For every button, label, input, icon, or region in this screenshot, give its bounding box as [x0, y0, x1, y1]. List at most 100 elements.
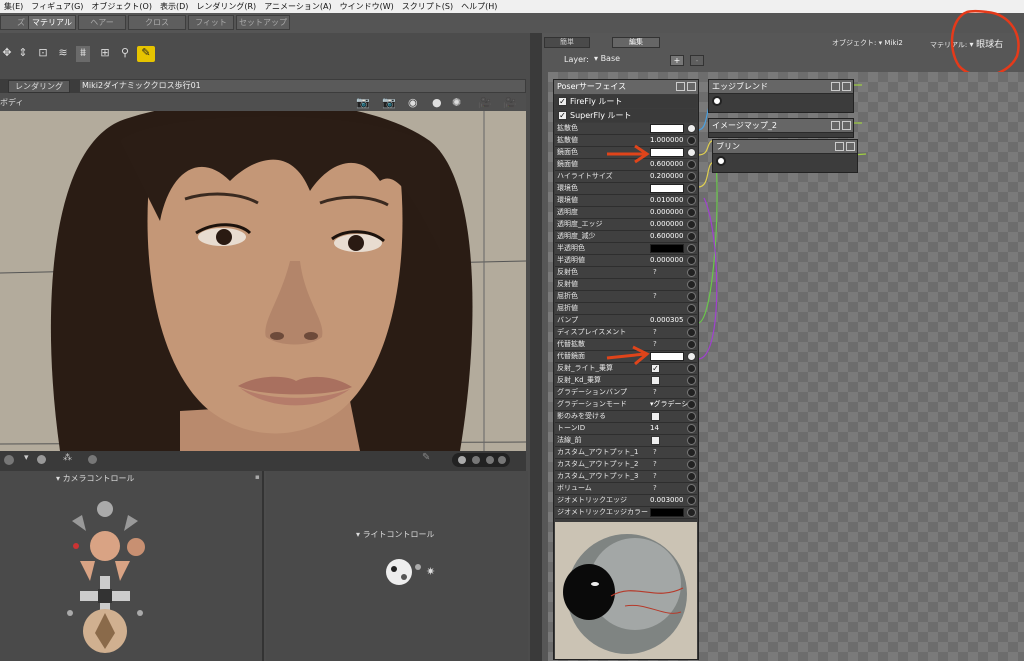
node-collapse-icon[interactable]	[831, 82, 840, 91]
param-checkbox[interactable]	[651, 376, 660, 385]
param-checkbox[interactable]	[651, 436, 660, 445]
node-collapse-icon[interactable]	[676, 82, 685, 91]
param-value[interactable]: 0.000000	[650, 207, 683, 218]
node-preview-icon[interactable]	[842, 82, 851, 91]
tab-hair[interactable]: ヘアー	[78, 15, 126, 30]
add-layer-button[interactable]: +	[670, 55, 684, 66]
dropdown-arrow-icon[interactable]: ▾	[24, 453, 29, 463]
sphere-icon[interactable]: ●	[432, 96, 442, 109]
param-value[interactable]: 0.200000	[650, 171, 683, 182]
camera-icon-3[interactable]: ◉	[408, 96, 418, 109]
param-value[interactable]: 0.600000	[650, 231, 683, 242]
color-swatch[interactable]	[650, 352, 684, 361]
input-socket-icon[interactable]	[687, 316, 696, 325]
menu-figure[interactable]: フィギュア(G)	[27, 1, 87, 12]
camera-icon[interactable]: 📷	[356, 96, 370, 109]
output-socket-icon[interactable]	[716, 156, 726, 166]
node-collapse-icon[interactable]	[831, 121, 840, 130]
firefly-root-checkbox[interactable]: ✓	[558, 97, 567, 106]
node-edge-blend[interactable]: エッジブレンド	[708, 79, 854, 113]
scale-icon[interactable]: ⊡	[36, 46, 50, 62]
node-preview-icon[interactable]	[687, 82, 696, 91]
firefly-root-row[interactable]: ✓ FireFly ルート	[555, 95, 697, 108]
input-socket-icon[interactable]	[687, 424, 696, 433]
input-socket-icon[interactable]	[687, 364, 696, 373]
input-socket-icon[interactable]	[687, 352, 696, 361]
input-socket-icon[interactable]	[687, 460, 696, 469]
input-socket-icon[interactable]	[687, 436, 696, 445]
param-row[interactable]: 影のみを受ける	[555, 411, 697, 423]
direct-manipulation-icon[interactable]: ⊞	[98, 46, 112, 62]
param-row[interactable]: カスタム_アウトプット_3?	[555, 471, 697, 483]
param-unset-value[interactable]: ?	[653, 483, 657, 494]
layers-icon[interactable]: ≋	[56, 46, 70, 62]
translate-icon[interactable]: ⇕	[16, 46, 30, 62]
input-socket-icon[interactable]	[687, 220, 696, 229]
spheres-icon[interactable]: ⁂	[63, 453, 72, 463]
param-value[interactable]: 0.010000	[650, 195, 683, 206]
tab-cloth[interactable]: クロス	[128, 15, 186, 30]
param-value[interactable]: 14	[650, 423, 659, 434]
input-socket-icon[interactable]	[687, 400, 696, 409]
node-collapse-icon[interactable]	[835, 142, 844, 151]
param-unset-value[interactable]: ?	[653, 447, 657, 458]
3d-viewport[interactable]	[0, 111, 526, 451]
menu-scripts[interactable]: スクリプト(S)	[398, 1, 457, 12]
input-socket-icon[interactable]	[687, 256, 696, 265]
pencil-icon[interactable]: ✎	[422, 452, 430, 463]
input-socket-icon[interactable]	[687, 160, 696, 169]
input-socket-icon[interactable]	[687, 388, 696, 397]
object-selector[interactable]: オブジェクト: ▾ Miki2	[832, 38, 903, 48]
input-socket-icon[interactable]	[687, 328, 696, 337]
zoom-icon[interactable]: ⚲	[118, 46, 132, 62]
param-value[interactable]: 0.000000	[650, 255, 683, 266]
panel-menu-icon[interactable]: ▪	[255, 473, 260, 481]
color-swatch[interactable]	[650, 244, 684, 253]
node-preview-icon[interactable]	[846, 142, 855, 151]
camera-label[interactable]: ボディ	[0, 97, 23, 108]
color-swatch[interactable]	[650, 148, 684, 157]
superfly-root-checkbox[interactable]: ✓	[558, 111, 567, 120]
param-row[interactable]: グラデーションバンプ?	[555, 387, 697, 399]
param-row[interactable]: ジオメトリックエッジ 0.003000	[555, 495, 697, 507]
param-unset-value[interactable]: ?	[653, 387, 657, 398]
param-row[interactable]: カスタム_アウトプット_1?	[555, 447, 697, 459]
input-socket-icon[interactable]	[687, 268, 696, 277]
display-mode-switch[interactable]	[452, 453, 510, 467]
camera-control-header[interactable]: ▾ カメラコントロール	[56, 473, 135, 484]
input-socket-icon[interactable]	[687, 340, 696, 349]
panel-divider[interactable]	[530, 33, 542, 661]
input-socket-icon[interactable]	[687, 232, 696, 241]
camera-control-widget[interactable]	[60, 491, 170, 661]
video-camera-icon-2[interactable]: 🎥	[503, 96, 517, 109]
param-row[interactable]: カスタム_アウトプット_2?	[555, 459, 697, 471]
grab-icon[interactable]: ⩩	[76, 46, 90, 62]
tab-simple[interactable]: 簡単	[544, 37, 590, 48]
node-blinn[interactable]: ブリン	[712, 139, 858, 173]
param-row[interactable]: ジオメトリックエッジカラー	[555, 507, 697, 519]
node-poser-surface-title[interactable]: Poserサーフェイス	[554, 80, 698, 94]
input-socket-icon[interactable]	[687, 280, 696, 289]
dot-icon[interactable]	[4, 455, 14, 465]
param-row[interactable]: トーンID 14	[555, 423, 697, 435]
param-value[interactable]: 0.003000	[650, 495, 683, 506]
input-socket-icon[interactable]	[687, 196, 696, 205]
input-socket-icon[interactable]	[687, 136, 696, 145]
tab-fitting[interactable]: フィット	[188, 15, 234, 30]
output-socket-icon[interactable]	[712, 96, 722, 106]
input-socket-icon[interactable]	[687, 484, 696, 493]
node-image-map-2[interactable]: イメージマップ_2	[708, 118, 854, 138]
param-row[interactable]: ボリューム?	[555, 483, 697, 495]
param-value[interactable]: 0.000305	[650, 315, 683, 326]
input-socket-icon[interactable]	[687, 208, 696, 217]
color-swatch[interactable]	[650, 184, 684, 193]
tab-render[interactable]: レンダリング	[8, 80, 70, 93]
menu-window[interactable]: ウインドウ(W)	[336, 1, 398, 12]
menu-edit[interactable]: 集(E)	[0, 1, 27, 12]
param-unset-value[interactable]: ?	[653, 459, 657, 470]
node-preview-icon[interactable]	[842, 121, 851, 130]
tab-advanced[interactable]: 編集	[612, 37, 660, 48]
param-value[interactable]: 1.000000	[650, 135, 683, 146]
video-camera-icon[interactable]: 🎥	[478, 96, 492, 109]
input-socket-icon[interactable]	[687, 508, 696, 517]
